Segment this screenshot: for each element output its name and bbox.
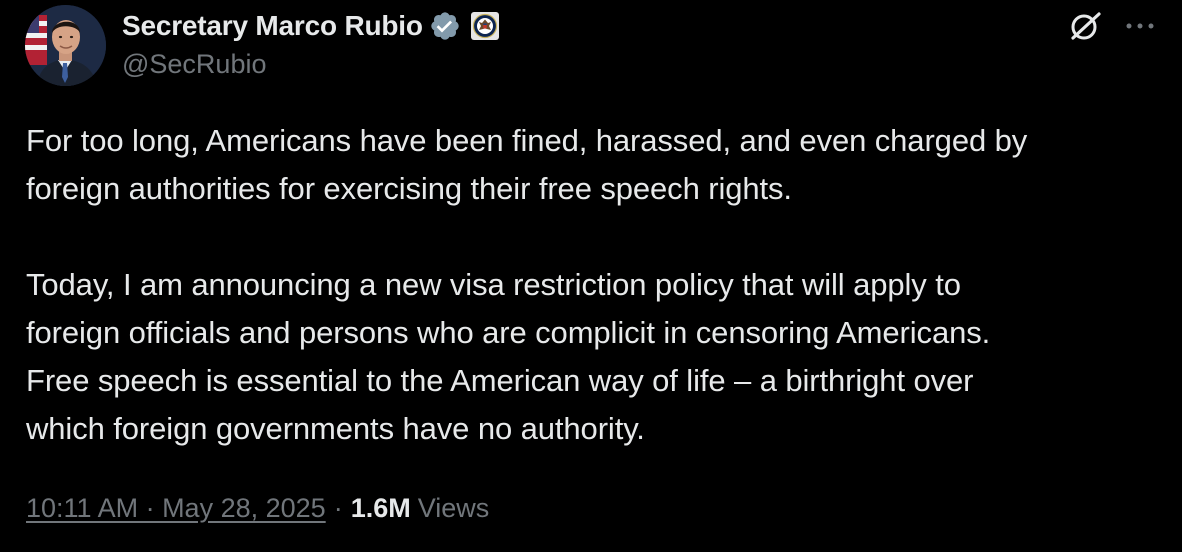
tweet-text-line: For too long, Americans have been fined,… xyxy=(26,123,1028,158)
tweet-text-line: foreign authorities for exercising their… xyxy=(26,171,792,206)
verified-badge-icon[interactable] xyxy=(429,10,461,42)
views-count: 1.6M xyxy=(350,492,411,523)
tweet-meta: 10:11 AM · May 28, 2025 · 1.6M Views xyxy=(26,488,489,528)
tweet-text-line: Free speech is essential to the American… xyxy=(26,363,974,398)
views-label: Views xyxy=(417,492,490,523)
meta-separator: · xyxy=(333,492,343,523)
avatar[interactable] xyxy=(25,5,106,86)
author-display-name[interactable]: Secretary Marco Rubio xyxy=(122,10,423,42)
grok-icon[interactable] xyxy=(1067,8,1103,44)
state-department-seal-icon[interactable] xyxy=(470,12,499,40)
tweet-timestamp-link[interactable]: 10:11 AM · May 28, 2025 xyxy=(26,493,326,524)
author-handle[interactable]: @SecRubio xyxy=(122,49,266,80)
tweet: Secretary Marco Rubio @SecRubio For too … xyxy=(0,0,1182,552)
tweet-text: For too long, Americans have been fined,… xyxy=(26,117,1166,453)
paragraph-break xyxy=(26,213,1166,261)
more-options-icon[interactable] xyxy=(1124,12,1156,40)
avatar-image xyxy=(25,5,106,86)
tweet-text-line: Today, I am announcing a new visa restri… xyxy=(26,267,961,302)
author-name-row: Secretary Marco Rubio xyxy=(122,8,499,44)
tweet-text-line: which foreign governments have no author… xyxy=(26,411,645,446)
tweet-text-line: foreign officials and persons who are co… xyxy=(26,315,991,350)
